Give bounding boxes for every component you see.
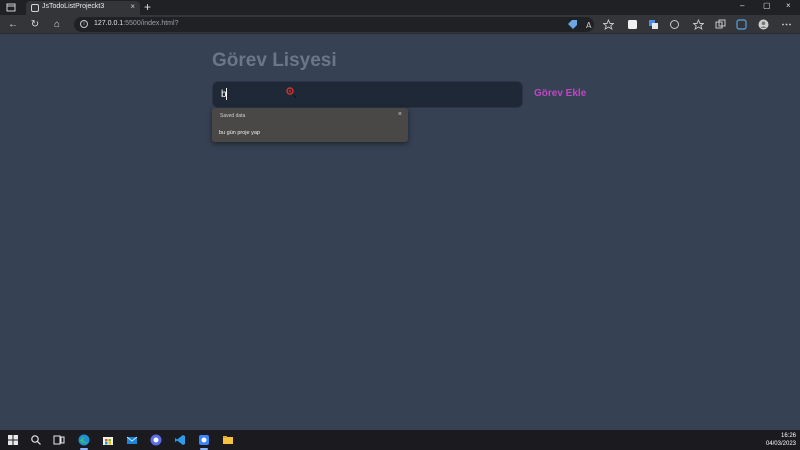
windows-taskbar: 16:26 04/03/2023 bbox=[0, 430, 800, 450]
vscode-icon[interactable] bbox=[174, 434, 186, 446]
collections-icon[interactable] bbox=[715, 19, 726, 30]
task-input[interactable] bbox=[212, 81, 523, 108]
url-text: 127.0.0.1:5500/index.html? bbox=[94, 20, 179, 27]
text-caret bbox=[226, 88, 227, 100]
app2-icon[interactable] bbox=[198, 434, 210, 446]
extensions-puzzle-icon[interactable] bbox=[669, 19, 680, 30]
file-explorer-icon[interactable] bbox=[222, 434, 234, 446]
page-favicon-icon bbox=[31, 4, 39, 12]
taskbar-clock[interactable]: 16:26 04/03/2023 bbox=[766, 432, 796, 448]
svg-text:A: A bbox=[586, 21, 592, 30]
window-menu-icon[interactable] bbox=[6, 3, 16, 12]
app-icon[interactable] bbox=[150, 434, 162, 446]
coupon-tag-icon[interactable] bbox=[567, 19, 578, 30]
mail-icon[interactable] bbox=[126, 434, 138, 446]
new-tab-button[interactable]: + bbox=[144, 0, 151, 15]
translate-icon[interactable] bbox=[648, 19, 659, 30]
autofill-suggestion[interactable]: bu gün proje yap bbox=[219, 130, 260, 136]
read-aloud-icon[interactable]: A bbox=[585, 19, 596, 30]
back-icon[interactable]: ← bbox=[6, 18, 20, 31]
favorite-star-icon[interactable] bbox=[603, 19, 614, 30]
store-icon[interactable] bbox=[102, 434, 114, 446]
minimize-button[interactable]: – bbox=[740, 1, 744, 10]
home-icon[interactable]: ⌂ bbox=[50, 18, 64, 31]
more-menu-icon[interactable] bbox=[781, 19, 792, 30]
autofill-header: Saved data bbox=[220, 113, 246, 119]
reload-icon[interactable]: ↻ bbox=[28, 18, 42, 31]
browser-tab[interactable]: JsTodoListProjeckt3 × bbox=[26, 1, 140, 15]
autofill-dropdown: Saved data × bu gün proje yap bbox=[212, 108, 408, 142]
extension-icon[interactable] bbox=[627, 19, 638, 30]
tab-close-icon[interactable]: × bbox=[130, 2, 135, 11]
browser-toolbar: ← ↻ ⌂ i 127.0.0.1:5500/index.html? A bbox=[0, 15, 800, 34]
mouse-cursor-icon bbox=[286, 87, 297, 98]
edge-icon[interactable] bbox=[78, 434, 90, 446]
tab-title: JsTodoListProjeckt3 bbox=[42, 3, 105, 10]
favorites-icon[interactable] bbox=[693, 19, 704, 30]
autofill-close-icon[interactable]: × bbox=[398, 111, 402, 118]
clock-time: 16:26 bbox=[780, 433, 796, 439]
profile-avatar[interactable] bbox=[758, 19, 769, 30]
browser-essentials-icon[interactable] bbox=[736, 19, 747, 30]
add-task-button[interactable]: Görev Ekle bbox=[534, 88, 586, 99]
close-window-button[interactable]: × bbox=[786, 1, 791, 10]
task-view-icon[interactable] bbox=[53, 434, 65, 446]
search-icon[interactable] bbox=[30, 434, 42, 446]
windows-start-icon[interactable] bbox=[7, 434, 19, 446]
browser-tab-strip: JsTodoListProjeckt3 × + – ▢ × bbox=[0, 0, 800, 15]
site-info-icon[interactable]: i bbox=[80, 20, 88, 28]
address-bar[interactable]: i 127.0.0.1:5500/index.html? A bbox=[74, 17, 614, 32]
maximize-button[interactable]: ▢ bbox=[763, 1, 771, 10]
clock-date: 04/03/2023 bbox=[765, 441, 796, 447]
page-title: Görev Lisyesi bbox=[212, 50, 337, 71]
